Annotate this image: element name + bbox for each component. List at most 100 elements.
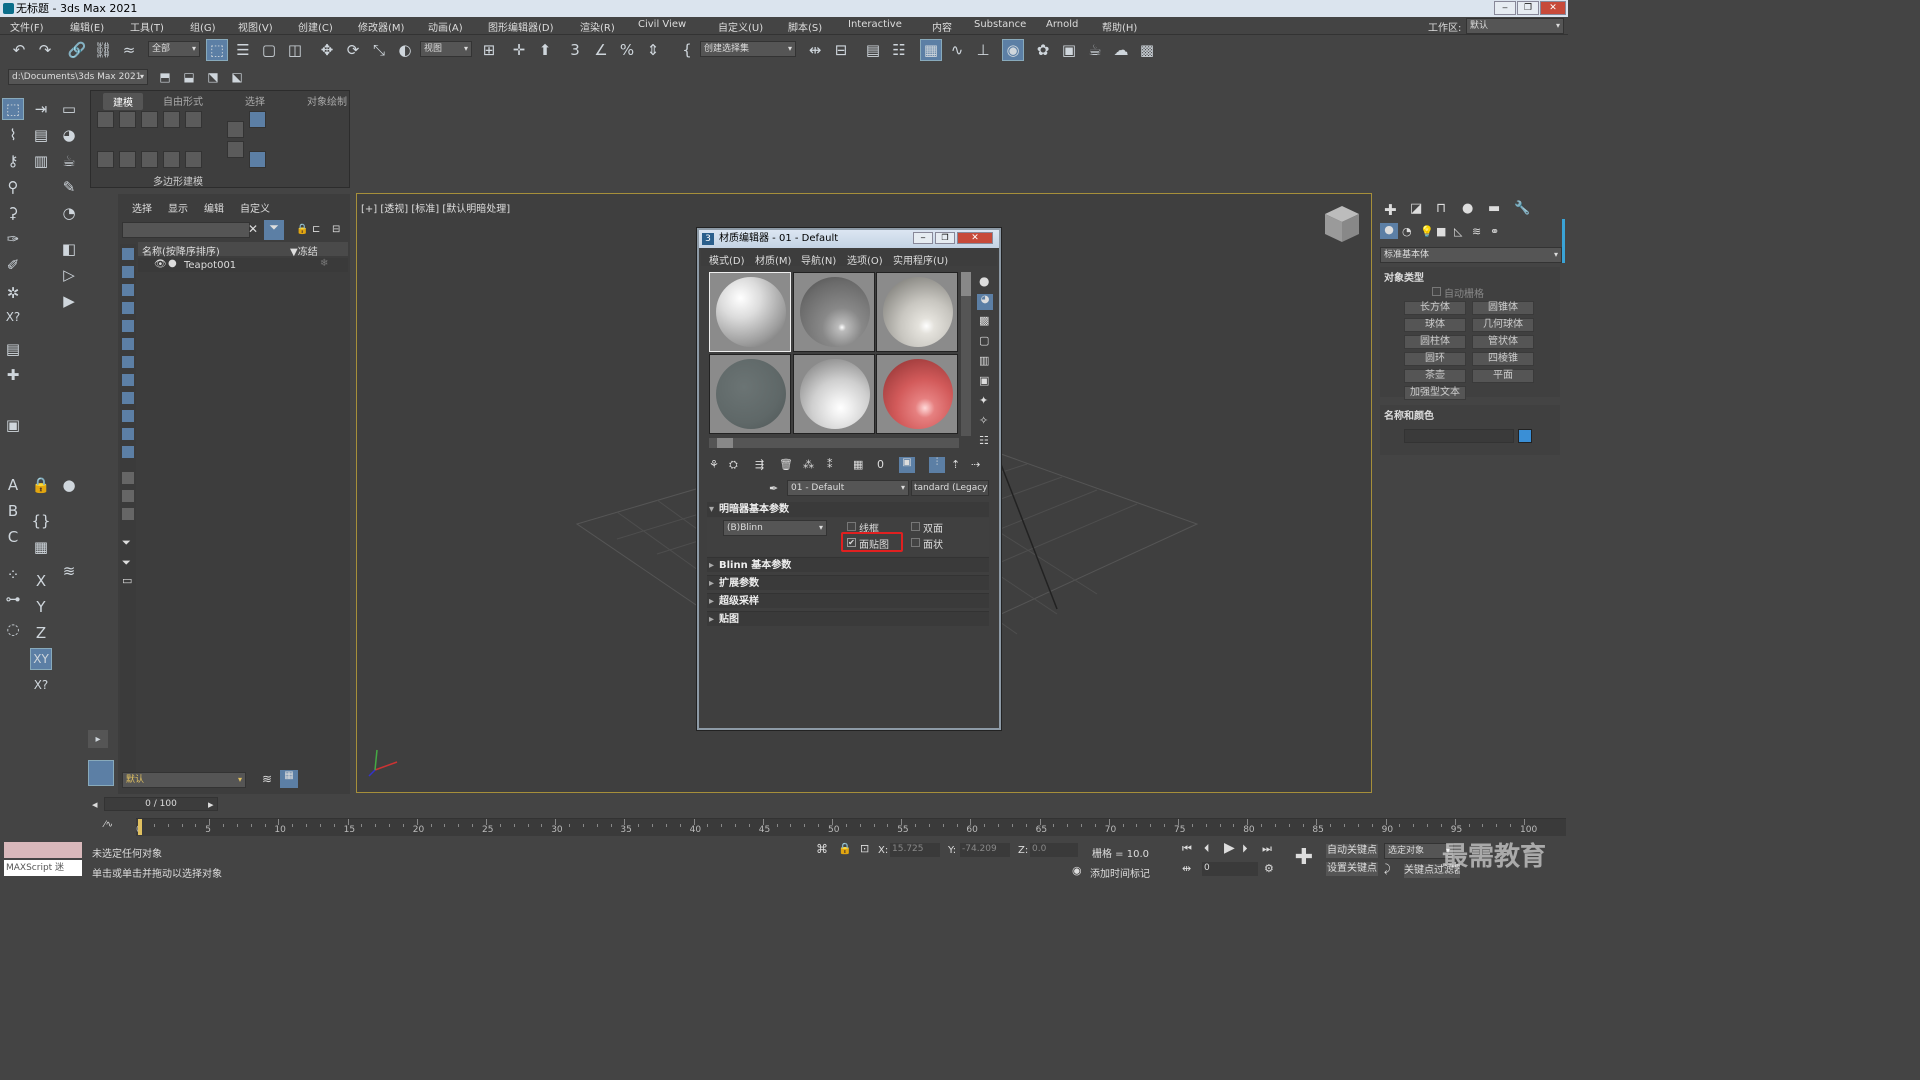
maximize-button[interactable]: ❐ xyxy=(1517,1,1539,15)
ribbon-tool-icon[interactable] xyxy=(163,111,180,128)
put-to-scene-icon[interactable]: ⛭ xyxy=(729,458,738,472)
show-end-result-icon[interactable]: ⫶ xyxy=(929,457,945,473)
sphere-icon[interactable]: ● xyxy=(58,474,80,496)
menu-file[interactable]: 文件(F) xyxy=(10,19,44,34)
rendered-frame-window-icon[interactable]: ▣ xyxy=(1058,39,1080,61)
layer-settings-icon[interactable]: ▦ xyxy=(280,770,298,788)
reset-icon[interactable]: 🗑 xyxy=(779,458,793,471)
material-editor-titlebar[interactable]: 3 材质编辑器 - 01 - Default ‒ ❐ ✕ xyxy=(699,230,999,248)
unlink-icon[interactable]: ⛓ xyxy=(92,39,114,61)
menu-substance[interactable]: Substance xyxy=(974,19,1026,30)
md-close-button[interactable]: ✕ xyxy=(957,232,993,244)
material-name-dropdown[interactable]: 01 - Default xyxy=(787,480,909,496)
md-maximize-button[interactable]: ❐ xyxy=(935,232,955,244)
text-c-icon[interactable]: C xyxy=(2,526,24,548)
filter-warps-icon[interactable] xyxy=(122,338,134,350)
time-next-icon[interactable]: ▸ xyxy=(208,798,214,811)
keyboard-shortcut-icon[interactable]: ⬆ xyxy=(534,39,556,61)
axis-xy-icon[interactable]: XY xyxy=(30,648,52,670)
menu-civil-view[interactable]: Civil View xyxy=(638,19,686,30)
menu-modifiers[interactable]: 修改器(M) xyxy=(358,19,404,34)
go-to-end-icon[interactable]: ⏭ xyxy=(1262,842,1272,856)
pen-icon[interactable]: ✑ xyxy=(2,228,24,250)
sample-uv-icon[interactable]: ▢ xyxy=(979,334,989,347)
project-folder-icon[interactable]: ⬒ xyxy=(154,66,176,88)
redo-icon[interactable]: ↷ xyxy=(34,39,56,61)
ribbon-tool-icon[interactable] xyxy=(97,111,114,128)
object-color-swatch[interactable] xyxy=(1518,429,1532,443)
project-path-dropdown[interactable]: d:\Documents\3ds Max 2021 xyxy=(8,69,148,85)
shader-type-dropdown[interactable]: (B)Blinn xyxy=(723,520,827,536)
orbit-icon[interactable]: ◔ xyxy=(58,202,80,224)
auto-key-button[interactable]: 自动关键点 xyxy=(1326,844,1378,858)
film-icon[interactable]: ▶ xyxy=(58,290,80,312)
rect-selection-icon[interactable]: ▢ xyxy=(258,39,280,61)
place-icon[interactable]: ◐ xyxy=(394,39,416,61)
filter-helpers-icon[interactable] xyxy=(122,320,134,332)
pyramid-button[interactable]: 四棱锥 xyxy=(1472,352,1534,366)
panel-scroll-indicator[interactable] xyxy=(1562,219,1565,263)
menu-interactive[interactable]: Interactive xyxy=(848,19,902,30)
hierarchy-icon[interactable]: ⊏ xyxy=(312,224,320,235)
pick-material-eyedropper-icon[interactable]: ✒ xyxy=(769,482,778,495)
menu-rendering[interactable]: 渲染(R) xyxy=(580,19,615,34)
menu-customize[interactable]: 自定义(U) xyxy=(718,19,763,34)
scale-icon[interactable]: ⤡ xyxy=(368,39,390,61)
autogrid-checkbox[interactable] xyxy=(1432,287,1441,296)
material-id-icon[interactable]: 0 xyxy=(877,458,884,471)
paint-select-icon[interactable]: ✐ xyxy=(2,254,24,276)
stack-icon[interactable]: ▤ xyxy=(2,338,24,360)
named-selection-dropdown[interactable]: 创建选择集 xyxy=(700,41,796,57)
spinner-snap-icon[interactable]: ⇕ xyxy=(642,39,664,61)
filter-lights-icon[interactable] xyxy=(122,284,134,296)
circle-dashed-icon[interactable]: ◌ xyxy=(2,618,24,640)
lasso-icon[interactable]: ⌇ xyxy=(2,124,24,146)
md-menu-material[interactable]: 材质(M) xyxy=(755,252,791,267)
select-manipulate-icon[interactable]: ✛ xyxy=(508,39,530,61)
set-key-button[interactable]: 设置关键点 xyxy=(1326,862,1378,876)
menu-content[interactable]: 内容 xyxy=(932,19,952,34)
wire-checkbox[interactable] xyxy=(847,522,856,531)
lock-icon[interactable]: 🔒 xyxy=(30,474,52,496)
motion-tab-icon[interactable]: ● xyxy=(1462,201,1473,216)
text-b-icon[interactable]: B xyxy=(2,500,24,522)
backlight-icon[interactable]: ◕ xyxy=(977,294,993,310)
percent-snap-icon[interactable]: % xyxy=(616,39,638,61)
preview-icon[interactable]: ▣ xyxy=(979,374,989,387)
freeze-icon[interactable]: ❄ xyxy=(320,258,328,269)
md-menu-mode[interactable]: 模式(D) xyxy=(709,252,745,267)
add-time-tag-label[interactable]: 添加时间标记 xyxy=(1090,865,1150,880)
menu-arnold[interactable]: Arnold xyxy=(1046,19,1078,30)
expand-panel-icon[interactable]: ▸ xyxy=(88,730,108,748)
ribbon-tool-icon[interactable] xyxy=(119,111,136,128)
pivot-center-icon[interactable]: ⊞ xyxy=(478,39,500,61)
edit-icon[interactable]: ⚲ xyxy=(2,176,24,198)
put-to-library-icon[interactable]: ▦ xyxy=(853,458,863,471)
slots-horizontal-scrollbar[interactable] xyxy=(709,438,959,448)
filter-invert-icon[interactable] xyxy=(122,508,134,520)
video-color-icon[interactable]: ▥ xyxy=(979,354,989,367)
md-minimize-button[interactable]: ‒ xyxy=(913,232,933,244)
material-navigator-icon[interactable]: ☷ xyxy=(979,434,989,447)
snap-toggle-icon[interactable]: 3 xyxy=(564,39,586,61)
two-sided-checkbox[interactable] xyxy=(911,522,920,531)
render-icon[interactable]: ▥ xyxy=(30,150,52,172)
isolate-icon[interactable]: ⌘ xyxy=(816,842,828,856)
filter-shapes-icon[interactable] xyxy=(122,266,134,278)
filter-bones-icon[interactable] xyxy=(122,392,134,404)
md-menu-navigation[interactable]: 导航(N) xyxy=(801,252,836,267)
absolute-mode-icon[interactable]: ⊡ xyxy=(860,842,869,855)
show-in-viewport-icon[interactable]: ▣ xyxy=(899,457,915,473)
name-color-title[interactable]: 名称和颜色 xyxy=(1384,407,1434,422)
slots-hscroll-thumb[interactable] xyxy=(717,438,733,448)
menu-animation[interactable]: 动画(A) xyxy=(428,19,463,34)
material-editor-icon[interactable]: ◉ xyxy=(1002,39,1024,61)
menu-graph-editors[interactable]: 图形编辑器(D) xyxy=(488,19,554,34)
project-set-icon[interactable]: ⬓ xyxy=(178,66,200,88)
geometry-category-icon[interactable]: ● xyxy=(1380,223,1398,239)
axis-constraint-icon[interactable]: X? xyxy=(30,674,52,696)
ruler-icon[interactable]: ⊶ xyxy=(2,588,24,610)
filter-geometry-icon[interactable] xyxy=(122,248,134,260)
angle-snap-icon[interactable]: ∠ xyxy=(590,39,612,61)
mini-curve-editor-icon[interactable]: ⁄∿ xyxy=(104,820,113,830)
